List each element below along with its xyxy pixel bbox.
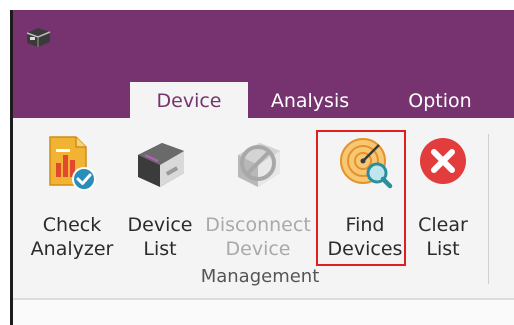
disconnect-device-button[interactable]: Disconnect Device: [200, 133, 316, 263]
check-analyzer-icon: [49, 136, 96, 191]
app-window: Device Analysis Option Check Analyzer De…: [10, 10, 514, 325]
ribbon-separator: [488, 134, 489, 284]
group-label-management: Management: [200, 266, 320, 287]
ribbon: Check Analyzer Device List Disconnect De…: [10, 118, 514, 298]
title-bar: Device Analysis Option: [10, 10, 514, 120]
tab-analysis[interactable]: Analysis: [262, 82, 358, 120]
find-devices-button[interactable]: Find Devices: [320, 133, 410, 263]
check-analyzer-label: Check Analyzer: [30, 214, 114, 260]
clear-list-label: Clear List: [418, 214, 468, 260]
tab-device[interactable]: Device: [130, 82, 248, 120]
clear-list-button[interactable]: Clear List: [410, 133, 476, 263]
radar-search-icon: [340, 138, 393, 189]
disconnect-device-label: Disconnect Device: [205, 214, 311, 260]
check-analyzer-button[interactable]: Check Analyzer: [26, 133, 118, 263]
app-analyzer-icon: [26, 28, 51, 47]
device-list-button[interactable]: Device List: [122, 133, 198, 263]
device-list-icon: [138, 143, 184, 187]
disconnect-device-icon: [238, 143, 280, 187]
device-list-label: Device List: [127, 214, 193, 260]
window-left-border: [10, 10, 13, 325]
tab-option[interactable]: Option: [392, 82, 488, 120]
content-area: [10, 300, 514, 325]
clear-icon: [420, 138, 466, 184]
find-devices-label: Find Devices: [327, 214, 403, 260]
